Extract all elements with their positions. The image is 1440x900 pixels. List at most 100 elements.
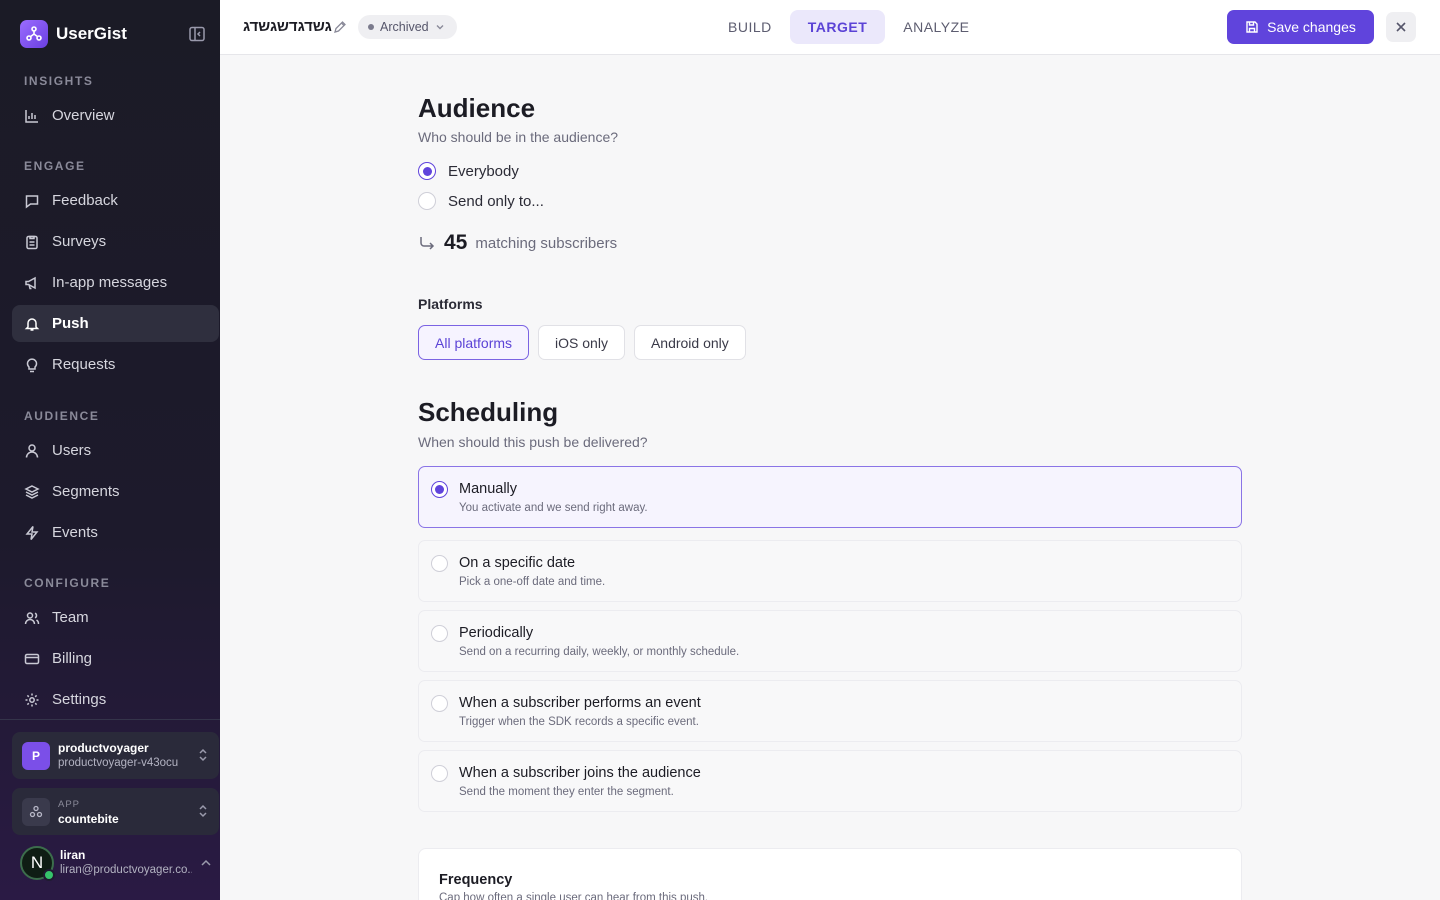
frequency-title: Frequency	[439, 872, 513, 888]
radio-unselected[interactable]	[418, 192, 436, 210]
option-desc: You activate and we send right away.	[459, 502, 648, 514]
tab-bar: BUILD TARGET ANALYZE	[710, 10, 988, 44]
user-menu[interactable]: N liran liran@productvoyager.co...	[20, 843, 220, 883]
chevron-down-icon	[436, 25, 444, 30]
org-badge: P	[22, 741, 50, 770]
tab-build[interactable]: BUILD	[710, 10, 790, 44]
sidebar-item-requests[interactable]: Requests	[12, 346, 219, 383]
sidebar-item-settings[interactable]: Settings	[12, 681, 219, 718]
floppy-disk-icon	[1246, 21, 1258, 33]
platform-all[interactable]: All platforms	[418, 325, 530, 360]
sidebar-item-surveys[interactable]: Surveys	[12, 223, 219, 260]
matching-label: matching subscribers	[475, 234, 618, 252]
brand[interactable]: UserGist	[20, 19, 127, 49]
tab-analyze[interactable]: ANALYZE	[885, 10, 987, 44]
org-name: productvoyager	[58, 740, 149, 755]
matching-count: 45	[444, 231, 468, 254]
sidebar-item-label: Surveys	[52, 233, 107, 250]
tab-target[interactable]: TARGET	[789, 10, 886, 44]
option-title: Periodically	[459, 625, 534, 641]
sidebar-item-label: Settings	[52, 691, 107, 708]
status-dropdown[interactable]: Archived	[358, 15, 457, 39]
platform-android[interactable]: Android only	[633, 325, 746, 360]
sidebar-item-overview[interactable]: Overview	[12, 97, 219, 134]
sidebar-item-feedback[interactable]: Feedback	[12, 182, 219, 219]
sidebar-item-push[interactable]: Push	[12, 305, 219, 342]
sidebar-item-label: Push	[52, 315, 89, 332]
bar-chart-icon	[25, 109, 38, 123]
sidebar-divider	[0, 719, 220, 720]
radio-unselected[interactable]	[431, 765, 448, 782]
audience-option-send-only-to[interactable]: Send only to...	[418, 192, 544, 210]
audience-subtitle: Who should be in the audience?	[418, 129, 619, 145]
sidebar-item-label: Billing	[52, 650, 93, 667]
sidebar-item-team[interactable]: Team	[12, 599, 219, 636]
radio-selected[interactable]	[431, 481, 448, 498]
schedule-option-manually[interactable]: Manually You activate and we send right …	[418, 466, 1242, 528]
app-switcher[interactable]: APP countebite	[12, 788, 219, 835]
radio-unselected[interactable]	[431, 625, 448, 642]
platform-ios[interactable]: iOS only	[538, 325, 625, 360]
sidebar-item-label: Users	[52, 442, 92, 459]
brand-name: UserGist	[56, 24, 127, 43]
section-label-engage: ENGAGE	[24, 159, 86, 173]
sidebar-item-label: Requests	[52, 356, 116, 373]
usergist-logo-icon	[20, 20, 48, 48]
megaphone-icon	[25, 276, 36, 289]
pencil-icon[interactable]	[333, 20, 347, 34]
schedule-option-periodically[interactable]: Periodically Send on a recurring daily, …	[418, 610, 1242, 672]
gear-icon	[25, 693, 39, 706]
platforms-label: Platforms	[418, 296, 483, 312]
audience-option-everybody[interactable]: Everybody	[418, 162, 519, 180]
radio-unselected[interactable]	[431, 555, 448, 572]
option-title: When a subscriber joins the audience	[459, 765, 701, 781]
org-switcher[interactable]: P productvoyager productvoyager-v43ocu	[12, 732, 219, 779]
scheduling-subtitle: When should this push be delivered?	[418, 434, 648, 450]
campaign-name[interactable]: גשדגדשגשדג	[243, 18, 332, 35]
clipboard-icon	[26, 235, 38, 249]
schedule-option-specific-date[interactable]: On a specific date Pick a one-off date a…	[418, 540, 1242, 602]
users-icon	[24, 611, 40, 624]
section-label-audience: AUDIENCE	[24, 409, 100, 423]
layers-icon	[24, 484, 40, 499]
frequency-card: Frequency Cap how often a single user ca…	[418, 848, 1242, 900]
arrow-down-right-icon	[420, 237, 435, 250]
sidebar-item-users[interactable]: Users	[12, 432, 219, 469]
sidebar-item-in-app-messages[interactable]: In-app messages	[12, 264, 219, 301]
save-button[interactable]: Save changes	[1227, 10, 1374, 44]
option-title: Manually	[459, 481, 518, 497]
user-email: liran@productvoyager.co...	[60, 864, 192, 876]
sidebar: UserGist INSIGHTS Overview ENGAGE Feedba…	[0, 0, 220, 900]
radio-unselected[interactable]	[431, 695, 448, 712]
status-label: Archived	[380, 20, 429, 34]
lightbulb-icon	[26, 357, 38, 372]
avatar-initial: N	[30, 853, 44, 872]
section-label-insights: INSIGHTS	[24, 74, 94, 88]
sidebar-item-label: Team	[52, 609, 89, 626]
chevron-up-down-icon	[199, 748, 207, 762]
option-desc: Trigger when the SDK records a specific …	[459, 716, 699, 728]
org-id: productvoyager-v43ocu	[58, 756, 179, 769]
schedule-option-event[interactable]: When a subscriber performs an event Trig…	[418, 680, 1242, 742]
option-desc: Send on a recurring daily, weekly, or mo…	[459, 646, 740, 658]
sidebar-item-label: Segments	[52, 483, 120, 500]
sidebar-item-label: Overview	[52, 107, 115, 124]
option-title: When a subscriber performs an event	[459, 695, 701, 711]
status-dot	[368, 24, 374, 30]
section-label-configure: CONFIGURE	[24, 576, 111, 590]
sidebar-item-billing[interactable]: Billing	[12, 640, 219, 677]
platforms-selector: All platforms iOS only Android only	[418, 325, 746, 360]
matching-subscribers: 45 matching subscribers	[418, 231, 617, 255]
sidebar-collapse-icon[interactable]	[188, 25, 206, 43]
chat-bubble-icon	[25, 194, 39, 208]
schedule-option-joins-audience[interactable]: When a subscriber joins the audience Sen…	[418, 750, 1242, 812]
sidebar-item-label: In-app messages	[52, 274, 168, 291]
sidebar-item-events[interactable]: Events	[12, 514, 219, 551]
bolt-icon	[25, 525, 39, 540]
app-caption: APP	[58, 798, 81, 810]
sidebar-item-segments[interactable]: Segments	[12, 473, 219, 510]
frequency-desc: Cap how often a single user can hear fro…	[439, 892, 709, 900]
user-icon	[25, 443, 39, 458]
close-button[interactable]	[1386, 12, 1416, 42]
radio-selected[interactable]	[418, 162, 436, 180]
